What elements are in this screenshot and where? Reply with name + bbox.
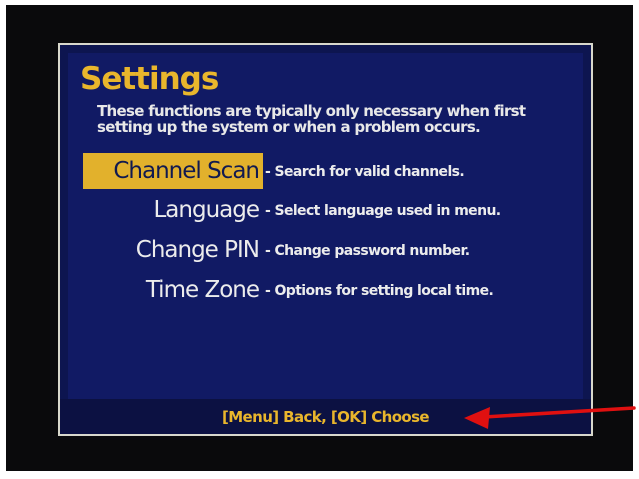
menu-item-channel-scan[interactable]: Channel Scan - Search for valid channels… xyxy=(60,153,591,189)
menu-item-label[interactable]: Time Zone xyxy=(138,272,263,308)
settings-subtitle: These functions are typically only neces… xyxy=(97,102,526,136)
red-arrow-icon xyxy=(464,406,636,429)
menu-item-description: - Search for valid channels. xyxy=(265,164,465,180)
menu-item-label[interactable]: Channel Scan xyxy=(83,153,263,189)
menu-item-description: - Options for setting local time. xyxy=(265,283,494,299)
settings-panel: Settings These functions are typically o… xyxy=(58,43,593,436)
menu-item-label[interactable]: Change PIN xyxy=(128,232,263,268)
menu-item-change-pin[interactable]: Change PIN - Change password number. xyxy=(60,232,591,268)
menu-item-time-zone[interactable]: Time Zone - Options for setting local ti… xyxy=(60,272,591,308)
menu-item-description: - Change password number. xyxy=(265,243,470,259)
menu-item-label[interactable]: Language xyxy=(145,192,263,228)
menu-item-language[interactable]: Language - Select language used in menu. xyxy=(60,192,591,228)
page-title: Settings xyxy=(80,61,219,97)
menu-item-description: - Select language used in menu. xyxy=(265,203,501,219)
